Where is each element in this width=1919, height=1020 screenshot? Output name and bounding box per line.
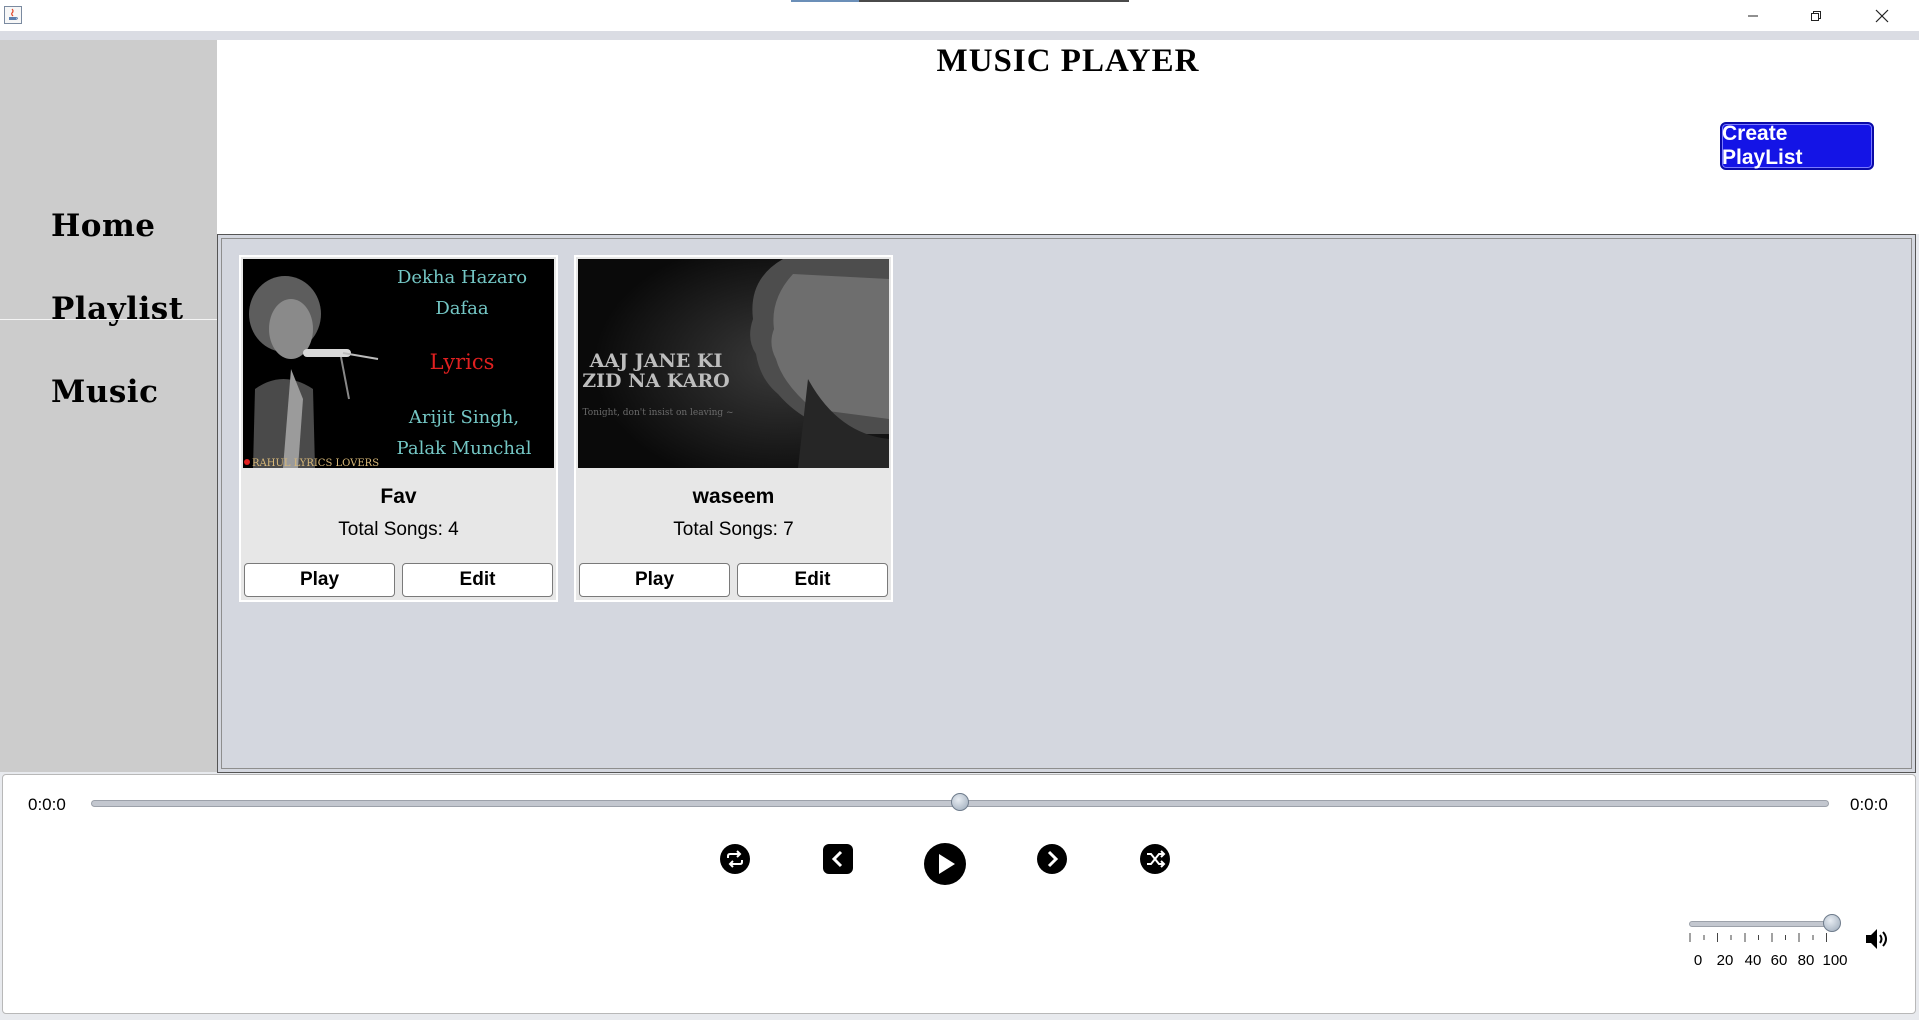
- playlist-thumbnail: AAJ JANE KI ZID NA KARO Tonight, don't i…: [578, 259, 889, 468]
- thumbnail-line: Tonight, don't insist on leaving ~: [582, 408, 733, 418]
- elapsed-time: 0:0:0: [28, 795, 66, 814]
- playlist-name: waseem: [692, 485, 775, 508]
- playlist-name: Fav: [380, 485, 417, 508]
- playlist-song-count: Total Songs: 7: [673, 519, 794, 540]
- thumbnail-credit: RAHUL LYRICS LOVERS: [252, 458, 379, 468]
- repeat-button[interactable]: [719, 843, 751, 875]
- repeat-icon: [720, 844, 750, 874]
- create-playlist-button[interactable]: Create PlayList: [1720, 122, 1874, 170]
- minimize-button[interactable]: [1724, 0, 1782, 31]
- next-button[interactable]: [1036, 843, 1068, 875]
- volume-tick-labels: 0 20 40 60 80 100: [1684, 952, 1852, 972]
- restore-button[interactable]: [1787, 0, 1845, 31]
- volume-slider-thumb[interactable]: [1823, 914, 1841, 932]
- speaker-icon: [1866, 929, 1887, 949]
- previous-icon: [823, 844, 853, 874]
- seek-slider-thumb[interactable]: [951, 793, 969, 811]
- sidebar-divider: [0, 319, 217, 320]
- restore-icon: [1811, 10, 1821, 21]
- thumbnail-line: Dekha Hazaro: [397, 267, 527, 288]
- edit-playlist-button[interactable]: Edit: [737, 563, 888, 597]
- volume-tick-label: 100: [1822, 952, 1848, 969]
- shuffle-icon: [1140, 844, 1170, 874]
- sidebar-item-home[interactable]: Home: [51, 208, 156, 244]
- minimize-icon: [1748, 15, 1758, 16]
- page-title: MUSIC PLAYER: [936, 43, 1200, 79]
- sidebar: Home Playlist Music: [0, 40, 217, 772]
- previous-button[interactable]: [822, 843, 854, 875]
- sidebar-item-music[interactable]: Music: [51, 374, 158, 410]
- shuffle-button[interactable]: [1139, 843, 1171, 875]
- volume-tick-label: 80: [1797, 952, 1815, 969]
- volume-tick-label: 20: [1716, 952, 1734, 969]
- edit-playlist-button[interactable]: Edit: [402, 563, 553, 597]
- header: MUSIC PLAYER Create PlayList: [217, 40, 1919, 234]
- thumbnail-line: Arijit Singh,: [408, 407, 519, 428]
- total-duration: 0:0:0: [1850, 795, 1888, 814]
- thumbnail-line: Palak Munchal: [397, 438, 532, 459]
- play-icon: [924, 843, 966, 885]
- window-title-bar: [0, 0, 1919, 31]
- next-icon: [1037, 844, 1067, 874]
- playlist-thumbnail: Dekha Hazaro Dafaa Lyrics Arijit Singh, …: [243, 259, 554, 468]
- volume-tick-label: 0: [1693, 952, 1703, 969]
- volume-ticks: [1689, 933, 1827, 942]
- title-focus-accent: [791, 0, 859, 2]
- volume-tick-label: 60: [1770, 952, 1788, 969]
- sidebar-item-playlist[interactable]: Playlist: [51, 291, 184, 327]
- playlist-card: Dekha Hazaro Dafaa Lyrics Arijit Singh, …: [239, 255, 558, 602]
- playlist-card: AAJ JANE KI ZID NA KARO Tonight, don't i…: [574, 255, 893, 602]
- thumbnail-line: ZID NA KARO: [582, 370, 729, 392]
- thumbnail-line: Lyrics: [430, 350, 495, 374]
- playlist-song-count: Total Songs: 4: [338, 519, 459, 540]
- close-button[interactable]: [1853, 0, 1911, 31]
- play-playlist-button[interactable]: Play: [244, 563, 395, 597]
- volume-button[interactable]: [1864, 926, 1890, 952]
- thumbnail-line: Dafaa: [435, 298, 489, 319]
- play-button[interactable]: [923, 842, 967, 886]
- volume-tick-label: 40: [1744, 952, 1762, 969]
- play-playlist-button[interactable]: Play: [579, 563, 730, 597]
- close-icon: [1875, 9, 1889, 22]
- title-separator: [0, 31, 1919, 40]
- thumbnail-line: AAJ JANE KI: [589, 350, 723, 372]
- volume-slider-track[interactable]: [1689, 921, 1837, 927]
- java-app-icon: [4, 6, 22, 24]
